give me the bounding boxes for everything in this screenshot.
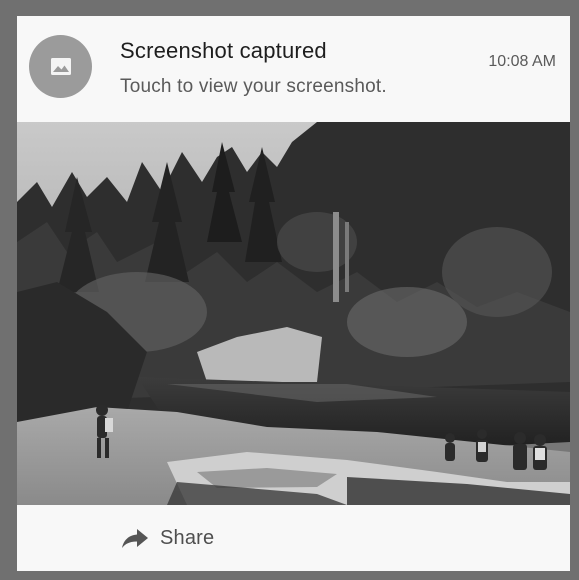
notification-subtitle: Touch to view your screenshot. — [120, 76, 387, 97]
share-button[interactable]: Share — [120, 519, 214, 557]
image-icon — [29, 35, 92, 98]
notification-title: Screenshot captured — [120, 38, 327, 63]
notification-time: 10:08 AM — [488, 53, 556, 70]
share-arrow-icon — [122, 529, 148, 548]
share-label: Share — [160, 526, 215, 549]
screenshot-preview-image[interactable] — [17, 122, 570, 505]
notification-actions: Share — [17, 505, 570, 571]
screenshot-notification[interactable]: Screenshot captured Touch to view your s… — [17, 16, 570, 571]
notification-header[interactable]: Screenshot captured Touch to view your s… — [17, 16, 570, 122]
screen-frame: Screenshot captured Touch to view your s… — [0, 0, 579, 580]
